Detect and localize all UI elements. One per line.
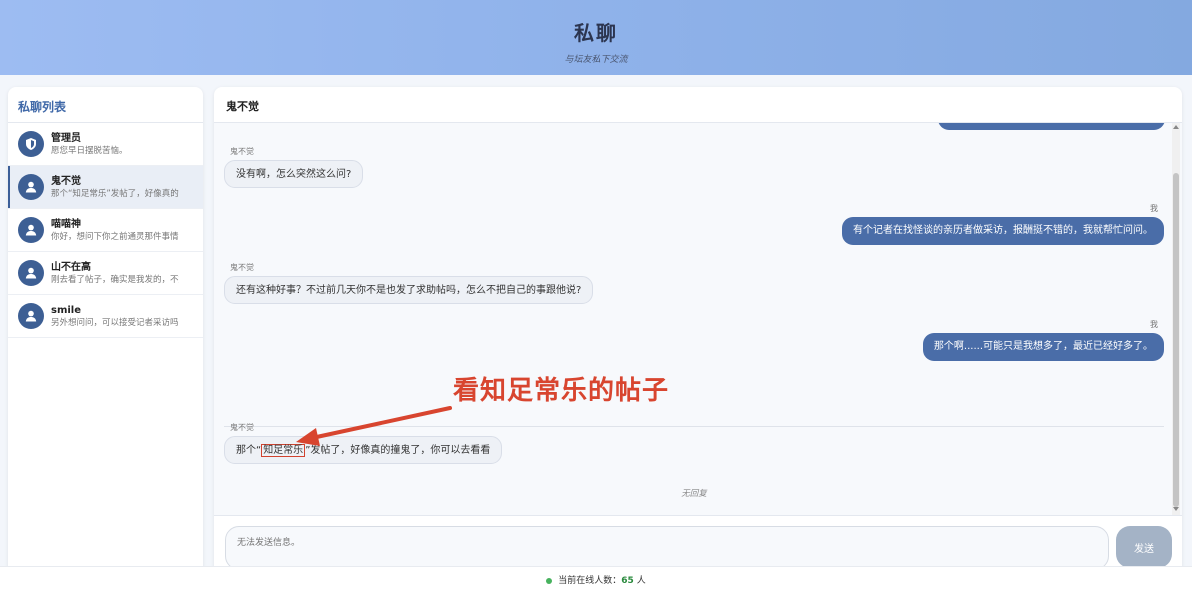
message-bubble-incoming: 没有啊，怎么突然这么问?	[224, 160, 364, 188]
annotation-label: 看知足常乐的帖子	[453, 376, 670, 406]
online-unit: 人	[636, 576, 646, 586]
conversation-name: smile	[51, 304, 82, 316]
conversation-preview: 愿您早日摆脱苦恼。	[51, 145, 128, 156]
message-bubble-outgoing: 有个记者在找怪谈的亲历者做采访，报酬挺不错的，我就帮忙问问。	[842, 217, 1164, 245]
conversation-item-guibujue[interactable]: 鬼不觉 那个“知足常乐”发帖了，好像真的撞鬼了，你可以去看看	[8, 166, 203, 209]
chat-contact-name: 鬼不觉	[214, 87, 1182, 123]
message-sender: 我	[1150, 204, 1158, 213]
conversation-name: 喵喵神	[51, 218, 81, 230]
conversation-preview: 另外想问问，可以接受记者采访吗	[51, 317, 179, 328]
message-text: 那个“	[236, 445, 262, 456]
message-input[interactable]	[225, 526, 1109, 570]
message-scrollbar[interactable]	[1172, 123, 1180, 515]
online-label: 当前在线人数：	[558, 576, 622, 586]
conversation-item-shanbuzaigao[interactable]: 山不在高 刚去看了帖子，确实是我发的，不好意思	[8, 252, 203, 295]
message-bubble-outgoing: 那个啊......可能只是我想多了，最近已经好多了。	[922, 333, 1164, 361]
conversation-sidebar: 私聊列表 管理员 愿您早日摆脱苦恼。 鬼不觉 那个“知足常乐”发帖了，好像真的撞…	[8, 87, 203, 577]
chat-panel: 鬼不觉 鬼不觉 没有啊，怎么突然这么问? 我 有个记者在找怪谈的亲历者做采访，报…	[214, 87, 1182, 577]
online-status-bar: 当前在线人数：65 人	[0, 566, 1192, 593]
no-reply-notice: 无回复	[681, 489, 707, 499]
send-button[interactable]: 发送	[1116, 526, 1172, 568]
page-title: 私聊	[574, 21, 618, 45]
conversation-name: 山不在高	[51, 261, 91, 273]
conversation-preview: 刚去看了帖子，确实是我发的，不好意思	[51, 274, 179, 285]
annotation-arrow-icon	[296, 406, 452, 446]
user-icon	[18, 303, 44, 329]
conversation-item-smile[interactable]: smile 另外想问问，可以接受记者采访吗	[8, 295, 203, 338]
scroll-down-icon[interactable]	[1173, 507, 1179, 511]
conversation-item-miaomiaoshen[interactable]: 喵喵神 你好，想问下你之前通灵那件事情	[8, 209, 203, 252]
message-bubble-incoming: 还有这种好事？不过前几天你不是也发了求助帖吗，怎么不把自己的事跟他说?	[224, 276, 594, 304]
conversation-item-admin[interactable]: 管理员 愿您早日摆脱苦恼。	[8, 123, 203, 166]
conversation-preview: 你好，想问下你之前通灵那件事情	[51, 231, 179, 242]
user-icon	[18, 260, 44, 286]
message-list[interactable]: 鬼不觉 没有啊，怎么突然这么问? 我 有个记者在找怪谈的亲历者做采访，报酬挺不错…	[214, 123, 1182, 515]
page-subtitle: 与坛友私下交流	[564, 55, 628, 65]
user-icon	[18, 217, 44, 243]
scroll-up-icon[interactable]	[1173, 125, 1179, 129]
message-sender: 鬼不觉	[230, 423, 254, 432]
message-bubble-partial	[938, 123, 1165, 130]
online-count: 65	[621, 576, 634, 586]
conversation-name: 管理员	[51, 132, 81, 144]
sidebar-title: 私聊列表	[8, 87, 203, 123]
page-header: 私聊 与坛友私下交流	[0, 0, 1192, 75]
online-dot-icon	[546, 577, 553, 584]
message-sender: 鬼不觉	[230, 263, 254, 272]
message-sender: 我	[1150, 320, 1158, 329]
shield-icon	[18, 131, 44, 157]
conversation-preview: 那个“知足常乐”发帖了，好像真的撞鬼了，你可以去看看	[51, 188, 179, 199]
message-sender: 鬼不觉	[230, 147, 254, 156]
conversation-name: 鬼不觉	[51, 175, 81, 187]
scroll-thumb[interactable]	[1173, 173, 1179, 507]
user-icon	[18, 174, 44, 200]
